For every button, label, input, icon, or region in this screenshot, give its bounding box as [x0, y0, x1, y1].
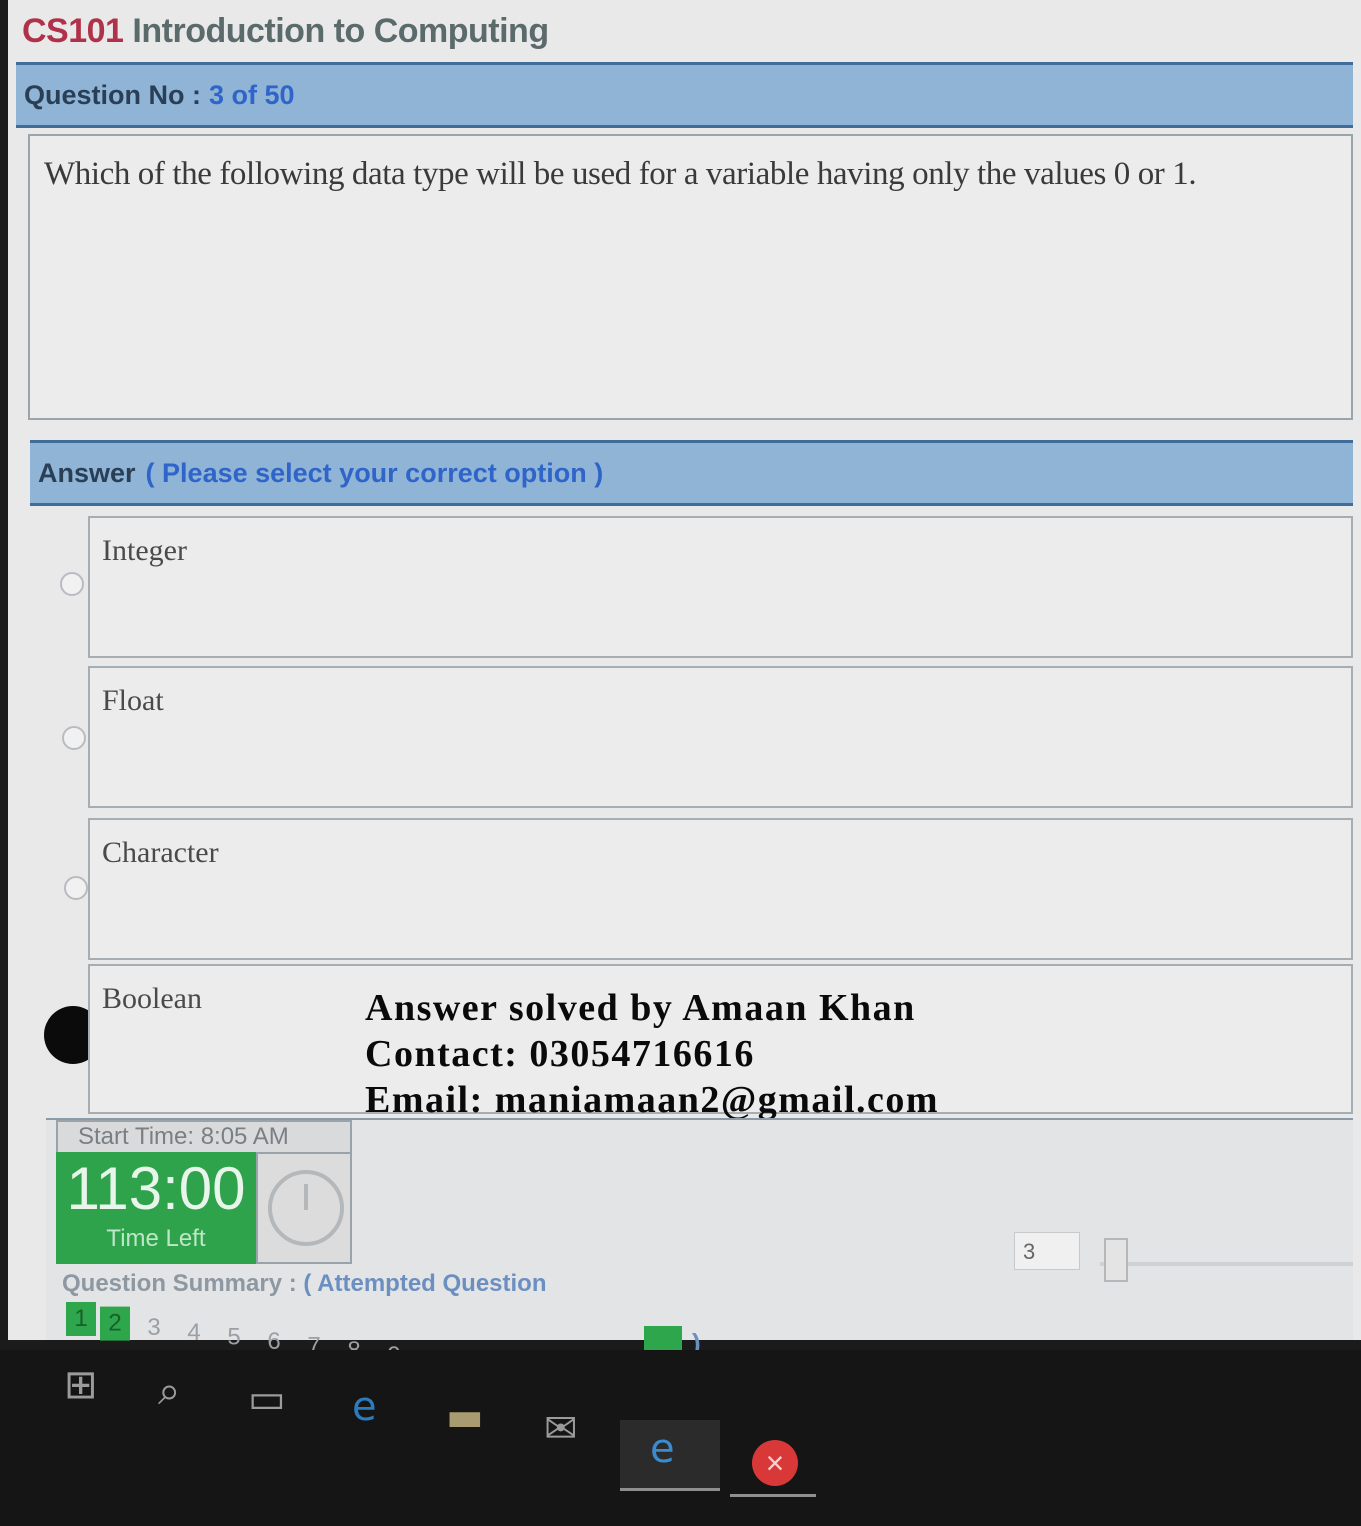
- summary-title: Question Summary :: [62, 1270, 297, 1297]
- watermark-line-email: Email: maniamaan2@gmail.com: [365, 1079, 940, 1121]
- internet-explorer-taskbar-button[interactable]: e: [620, 1420, 720, 1491]
- option-label: Character: [102, 836, 219, 869]
- windows-start-icon[interactable]: ⊞: [64, 1362, 98, 1408]
- search-icon[interactable]: ⌕: [158, 1368, 180, 1414]
- question-number-bar: Question No : 3 of 50: [16, 62, 1353, 128]
- edge-icon[interactable]: e: [352, 1384, 377, 1430]
- answer-hint: ( Please select your correct option ): [145, 457, 604, 488]
- answer-bar: Answer ( Please select your correct opti…: [30, 440, 1353, 506]
- course-code: CS101: [22, 12, 124, 50]
- clock-panel: [256, 1152, 352, 1264]
- question-jump-input[interactable]: 3: [1014, 1232, 1080, 1270]
- time-left-value: 113:00: [66, 1155, 246, 1222]
- question-summary-label: Question Summary : ( Attempted Question: [62, 1270, 547, 1298]
- question-summary-item[interactable]: 1: [66, 1302, 96, 1336]
- option-character[interactable]: Character: [88, 818, 1353, 960]
- start-time: Start Time: 8:05 AM: [56, 1120, 352, 1154]
- file-explorer-icon[interactable]: ▬: [446, 1394, 484, 1440]
- question-slider-track[interactable]: [1100, 1262, 1353, 1266]
- question-number-list: 1234567891011121314151617181920212223242…: [66, 1302, 1294, 1470]
- time-left-label: Time Left: [106, 1225, 206, 1252]
- course-title: CS101 Introduction to Computing: [22, 12, 549, 51]
- option-label: Float: [102, 684, 164, 717]
- option-integer-radio[interactable]: [60, 572, 84, 596]
- watermark-line-contact: Contact: 03054716616: [365, 1033, 755, 1075]
- question-number: 3 of 50: [209, 79, 295, 110]
- watermark-line-solver: Answer solved by Amaan Khan: [365, 987, 916, 1029]
- question-number-label: Question No :: [24, 79, 201, 110]
- question-summary-item[interactable]: 4: [174, 1316, 214, 1350]
- answer-label: Answer: [38, 457, 136, 488]
- option-character-radio[interactable]: [64, 876, 88, 900]
- summary-legend-text: ( Attempted Question: [303, 1270, 547, 1297]
- option-float[interactable]: Float: [88, 666, 1353, 808]
- question-slider-handle[interactable]: [1104, 1238, 1128, 1282]
- option-integer[interactable]: Integer: [88, 516, 1353, 658]
- question-summary-item[interactable]: 2: [100, 1306, 130, 1341]
- taskbar-active-indicator: [730, 1494, 816, 1497]
- close-app-icon[interactable]: ×: [752, 1440, 798, 1486]
- mail-icon[interactable]: ✉: [544, 1406, 578, 1452]
- internet-explorer-icon: e: [650, 1426, 675, 1472]
- question-summary-item[interactable]: 3: [134, 1311, 174, 1345]
- clock-icon: [268, 1170, 344, 1246]
- option-float-radio[interactable]: [62, 726, 86, 750]
- question-text: Which of the following data type will be…: [44, 156, 1197, 192]
- solver-watermark: Answer solved by Amaan Khan Contact: 030…: [365, 985, 939, 1123]
- time-left-panel: 113:00 Time Left: [56, 1152, 256, 1264]
- option-label: Boolean: [102, 982, 202, 1015]
- option-label: Integer: [102, 534, 187, 567]
- task-view-icon[interactable]: ▭: [248, 1376, 286, 1422]
- course-name: Introduction to Computing: [132, 12, 549, 50]
- question-box: Which of the following data type will be…: [28, 134, 1353, 420]
